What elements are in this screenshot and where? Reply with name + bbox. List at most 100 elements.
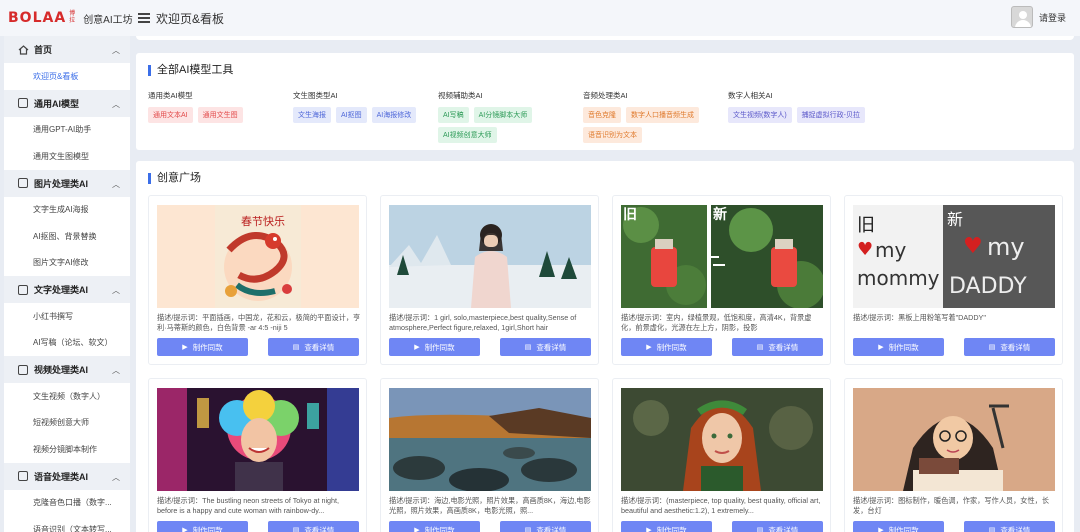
make-same-button[interactable]: ▶ 制作同款 <box>853 338 944 356</box>
sidebar-group[interactable]: 通用AI模型 ︿ <box>4 89 130 117</box>
sidebar-item[interactable]: 短视频创意大师 <box>4 410 130 437</box>
image-icon <box>18 178 28 188</box>
sidebar-group[interactable]: 语音处理类AI ︿ <box>4 462 130 490</box>
sidebar-item[interactable]: 文生视频（数字人） <box>4 383 130 410</box>
make-same-label: 制作同款 <box>192 525 223 532</box>
menu-toggle-icon[interactable] <box>138 13 150 23</box>
view-details-button[interactable]: ▤ 查看详情 <box>268 521 359 532</box>
make-same-label: 制作同款 <box>192 342 223 352</box>
card-image[interactable] <box>389 205 591 308</box>
card-image[interactable] <box>621 388 823 491</box>
sidebar-item[interactable]: 图片文字AI修改 <box>4 250 130 277</box>
sidebar-item[interactable]: 语音识别（文本转写... <box>4 516 130 532</box>
sidebar-item[interactable]: 通用文生图模型 <box>4 143 130 170</box>
creative-card: 描述/提示词：图标制作，暖色调，作家，写作人员，女性，长发，台灯 ▶ 制作同款 ▤ 查看… <box>844 378 1063 532</box>
sidebar-group-label: 图片处理类AI <box>34 178 89 189</box>
tool-tag[interactable]: AI视频创意大师 <box>438 127 497 143</box>
play-icon: ▶ <box>878 527 884 532</box>
sidebar-group[interactable]: 首页 ︿ <box>4 36 130 63</box>
view-details-button[interactable]: ▤ 查看详情 <box>732 521 823 532</box>
svg-text:my: my <box>875 238 906 262</box>
view-details-button[interactable]: ▤ 查看详情 <box>500 521 591 532</box>
view-details-label: 查看详情 <box>1000 342 1031 352</box>
sidebar-item[interactable]: 视频分镜脚本制作 <box>4 436 130 463</box>
card-image[interactable]: 旧新 ♥ my mommy ♥ my DADDY <box>853 205 1055 308</box>
model-icon <box>18 98 28 108</box>
document-icon: ▤ <box>756 527 764 532</box>
sidebar-item[interactable]: AI写稿（论坛、软文） <box>4 330 130 357</box>
make-same-button[interactable]: ▶ 制作同款 <box>389 521 480 532</box>
play-icon: ▶ <box>414 344 420 351</box>
make-same-label: 制作同款 <box>888 342 919 352</box>
sidebar-item[interactable]: 通用GPT-AI助手 <box>4 117 130 144</box>
card-image[interactable] <box>853 388 1055 491</box>
document-icon: ▤ <box>756 344 764 351</box>
make-same-button[interactable]: ▶ 制作同款 <box>389 338 480 356</box>
card-image[interactable] <box>389 388 591 491</box>
card-image[interactable] <box>157 388 359 491</box>
gallery-panel: 创意广场 春节快乐 描述/提示词：平面插画，中国龙，花和云，极简的平面设计，亨利·… <box>136 161 1074 532</box>
tool-tag[interactable]: 音色克隆 <box>583 107 621 123</box>
audio-icon <box>18 471 28 481</box>
login-link[interactable]: 请登录 <box>1039 11 1066 24</box>
sidebar-item[interactable]: 小红书撰写 <box>4 303 130 330</box>
tool-tag[interactable]: 通用文生图 <box>197 107 243 123</box>
tool-tag[interactable]: 语音识别为文本 <box>583 127 642 143</box>
make-same-button[interactable]: ▶ 制作同款 <box>853 521 944 532</box>
logo[interactable]: BOLAA 博拉 创意AI工坊 <box>0 10 133 26</box>
document-icon: ▤ <box>524 527 532 532</box>
make-same-button[interactable]: ▶ 制作同款 <box>621 338 712 356</box>
sidebar-group[interactable]: 文字处理类AI ︿ <box>4 276 130 303</box>
creative-card: 描述/提示词：(masterpiece, top quality, best q… <box>612 378 831 532</box>
svg-text:春节快乐: 春节快乐 <box>241 215 285 228</box>
tool-tag[interactable]: AI抠图 <box>336 107 367 123</box>
make-same-button[interactable]: ▶ 制作同款 <box>621 521 712 532</box>
chevron-up-icon: ︿ <box>112 286 120 295</box>
card-image[interactable]: 旧新 <box>621 205 823 308</box>
view-details-button[interactable]: ▤ 查看详情 <box>964 338 1055 356</box>
creative-card: 描述/提示词：海边,电影光照，照片效果，高画质8K，海边,电影光照，照片效果，高… <box>380 378 599 532</box>
tool-column: 数字人相关AI 文生视频(数字人) 捕捉虚拟行政-贝拉 <box>728 90 873 143</box>
tool-tag[interactable]: 通用文本AI <box>148 107 193 123</box>
tag-list: 音色克隆 数字人口播音频生成语音识别为文本 <box>583 107 728 143</box>
sidebar-group[interactable]: 图片处理类AI ︿ <box>4 169 130 197</box>
card-image[interactable]: 春节快乐 <box>157 205 359 308</box>
sidebar-item[interactable]: AI抠图、背景替换 <box>4 223 130 250</box>
tool-tag[interactable]: AI海报修改 <box>371 107 417 123</box>
tool-tag[interactable]: 数字人口播音频生成 <box>626 107 699 123</box>
tool-tag[interactable]: 文生视频(数字人) <box>728 107 792 123</box>
play-icon: ▶ <box>646 344 652 351</box>
svg-text:旧: 旧 <box>857 215 875 236</box>
tool-column-title: 数字人相关AI <box>728 91 773 100</box>
make-same-label: 制作同款 <box>656 525 687 532</box>
make-same-button[interactable]: ▶ 制作同款 <box>157 338 248 356</box>
document-icon: ▤ <box>292 527 300 532</box>
tool-tag[interactable]: AI写稿 <box>438 107 469 123</box>
text-icon <box>18 284 28 295</box>
tool-tag[interactable]: 捕捉虚拟行政-贝拉 <box>796 107 866 123</box>
svg-text:DADDY: DADDY <box>949 274 1027 299</box>
tag-list: AI写稿 AI分镜脚本大师 AI视频创意大师 <box>438 107 583 143</box>
svg-text:mommy: mommy <box>857 266 940 290</box>
tag-list: 文生视频(数字人) 捕捉虚拟行政-贝拉 <box>728 107 873 123</box>
view-details-button[interactable]: ▤ 查看详情 <box>268 338 359 356</box>
user-area[interactable]: 请登录 <box>1010 6 1066 28</box>
tool-tag[interactable]: AI分镜脚本大师 <box>473 107 533 123</box>
tool-columns: 通用类AI模型 通用文本AI 通用文生图 文生图类型AI 文生海报 AI抠图 AI海报修改视… <box>148 90 873 143</box>
svg-text:新: 新 <box>713 206 727 223</box>
view-details-button[interactable]: ▤ 查看详情 <box>500 338 591 356</box>
avatar[interactable] <box>1010 6 1033 28</box>
view-details-button[interactable]: ▤ 查看详情 <box>964 521 1055 532</box>
sidebar-item[interactable]: 欢迎页&看板 <box>4 63 130 90</box>
logo-subtitle: 创意AI工坊 <box>83 14 133 26</box>
view-details-button[interactable]: ▤ 查看详情 <box>732 338 823 356</box>
make-same-button[interactable]: ▶ 制作同款 <box>157 521 248 532</box>
sidebar-item[interactable]: 文字生成AI海报 <box>4 197 130 224</box>
tool-column-title: 文生图类型AI <box>293 91 338 100</box>
view-details-label: 查看详情 <box>536 342 567 352</box>
sidebar-group[interactable]: 视频处理类AI ︿ <box>4 356 130 383</box>
logo-cn: 博拉 <box>69 11 76 24</box>
tool-tag[interactable]: 文生海报 <box>293 107 331 123</box>
play-icon: ▶ <box>646 527 652 532</box>
sidebar-item[interactable]: 克隆音色口播（数字... <box>4 490 130 517</box>
